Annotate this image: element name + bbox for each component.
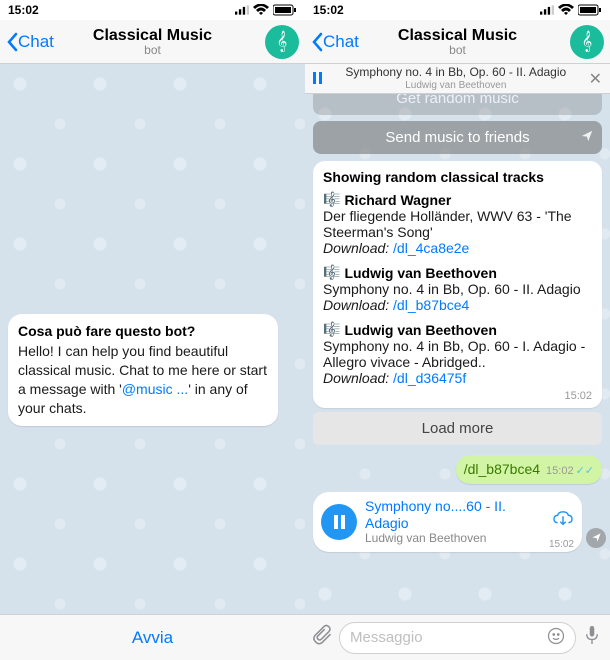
download-link[interactable]: /dl_b87bce4 <box>393 297 469 313</box>
back-label: Chat <box>323 32 359 52</box>
status-icons <box>235 4 297 16</box>
track-piece: Symphony no. 4 in Bb, Op. 60 - I. Adagio… <box>323 338 592 370</box>
audio-time: 15:02 <box>549 539 574 550</box>
download-label: Download: <box>323 370 389 386</box>
chat-scroll[interactable]: Cosa può fare questo bot? Hello! I can h… <box>0 64 305 614</box>
audio-title: Symphony no....60 - II. Adagio <box>365 498 544 532</box>
pause-icon[interactable] <box>313 71 323 87</box>
track-item: 🎼Ludwig van Beethoven Symphony no. 4 in … <box>323 321 592 386</box>
sent-text: /dl_b87bce4 <box>464 461 540 477</box>
intro-question: Cosa può fare questo bot? <box>18 322 268 341</box>
chat-body: Get random music Send music to friends S… <box>305 94 610 614</box>
track-composer: Richard Wagner <box>344 192 451 208</box>
phone-right: 15:02 Chat Classical Music bot 𝄞 Symphon… <box>305 0 610 660</box>
avatar[interactable]: 𝄞 <box>265 25 299 59</box>
audio-text: Symphony no....60 - II. Adagio Ludwig va… <box>365 498 544 546</box>
note-icon: 🎼 <box>323 264 340 281</box>
intro-mention: @music ... <box>122 381 188 397</box>
back-button[interactable]: Chat <box>6 32 54 52</box>
status-bar: 15:02 <box>305 0 610 20</box>
chevron-left-icon <box>311 32 323 52</box>
battery-icon <box>273 4 297 16</box>
mic-icon[interactable] <box>580 624 604 652</box>
results-time: 15:02 <box>323 390 592 402</box>
now-playing-bar[interactable]: Symphony no. 4 in Bb, Op. 60 - II. Adagi… <box>305 64 610 94</box>
back-label: Chat <box>18 32 54 52</box>
load-more-label: Load more <box>422 420 494 437</box>
nav-bar: Chat Classical Music bot 𝄞 <box>305 20 610 64</box>
chevron-left-icon <box>6 32 18 52</box>
kb-button-random[interactable]: Get random music <box>313 94 602 115</box>
avatar[interactable]: 𝄞 <box>570 25 604 59</box>
now-playing-artist: Ludwig van Beethoven <box>331 80 581 91</box>
share-icon <box>580 129 594 147</box>
chat-scroll[interactable]: Get random music Send music to friends S… <box>305 94 610 614</box>
now-playing-track: Symphony no. 4 in Bb, Op. 60 - II. Adagi… <box>331 66 581 79</box>
intro-message[interactable]: Cosa può fare questo bot? Hello! I can h… <box>8 314 278 426</box>
download-link[interactable]: /dl_4ca8e2e <box>393 240 469 256</box>
sent-time: 15:02 <box>546 464 574 479</box>
status-icons <box>540 4 602 16</box>
kb-button-send[interactable]: Send music to friends <box>313 121 602 154</box>
track-item: 🎼Richard Wagner Der fliegende Holländer,… <box>323 191 592 256</box>
load-more-button[interactable]: Load more <box>313 412 602 445</box>
results-title: Showing random classical tracks <box>323 169 592 185</box>
audio-artist: Ludwig van Beethoven <box>365 531 544 545</box>
wifi-icon <box>558 4 574 16</box>
chat-body: Cosa può fare questo bot? Hello! I can h… <box>0 64 305 614</box>
download-label: Download: <box>323 240 389 256</box>
message-placeholder: Messaggio <box>350 629 423 646</box>
battery-icon <box>578 4 602 16</box>
message-input[interactable]: Messaggio <box>339 622 576 654</box>
download-label: Download: <box>323 297 389 313</box>
results-card[interactable]: Showing random classical tracks 🎼Richard… <box>313 161 602 408</box>
now-playing-text: Symphony no. 4 in Bb, Op. 60 - II. Adagi… <box>331 66 581 90</box>
note-icon: 🎼 <box>323 321 340 338</box>
download-link[interactable]: /dl_d36475f <box>393 370 466 386</box>
close-icon[interactable]: ✕ <box>589 69 602 89</box>
pause-button[interactable] <box>321 504 357 540</box>
read-ticks-icon: ✓✓ <box>576 464 594 479</box>
sticker-icon[interactable] <box>547 627 565 649</box>
status-time: 15:02 <box>313 3 344 17</box>
signal-icon <box>540 5 554 15</box>
start-label: Avvia <box>132 628 173 648</box>
track-composer: Ludwig van Beethoven <box>344 265 496 281</box>
track-item: 🎼Ludwig van Beethoven Symphony no. 4 in … <box>323 264 592 313</box>
track-composer: Ludwig van Beethoven <box>344 322 496 338</box>
start-button[interactable]: Avvia <box>0 614 305 660</box>
kb-send-label: Send music to friends <box>385 129 529 146</box>
audio-message[interactable]: Symphony no....60 - II. Adagio Ludwig va… <box>313 492 582 552</box>
status-bar: 15:02 <box>0 0 305 20</box>
attach-icon[interactable] <box>311 624 335 652</box>
note-icon: 🎼 <box>323 191 340 208</box>
track-piece: Symphony no. 4 in Bb, Op. 60 - II. Adagi… <box>323 281 592 297</box>
nav-bar: Chat Classical Music bot 𝄞 <box>0 20 305 64</box>
status-time: 15:02 <box>8 3 39 17</box>
forward-icon[interactable] <box>586 528 606 548</box>
treble-clef-icon: 𝄞 <box>582 31 593 52</box>
wifi-icon <box>253 4 269 16</box>
input-bar: Messaggio <box>305 614 610 660</box>
kb-random-label: Get random music <box>396 94 519 107</box>
back-button[interactable]: Chat <box>311 32 359 52</box>
track-piece: Der fliegende Holländer, WWV 63 - 'The S… <box>323 208 592 240</box>
phone-left: 15:02 Chat Classical Music bot 𝄞 Cosa pu… <box>0 0 305 660</box>
sent-message[interactable]: /dl_b87bce4 15:02✓✓ <box>456 455 602 484</box>
cloud-download-icon[interactable] <box>552 510 574 533</box>
signal-icon <box>235 5 249 15</box>
treble-clef-icon: 𝄞 <box>277 31 288 52</box>
